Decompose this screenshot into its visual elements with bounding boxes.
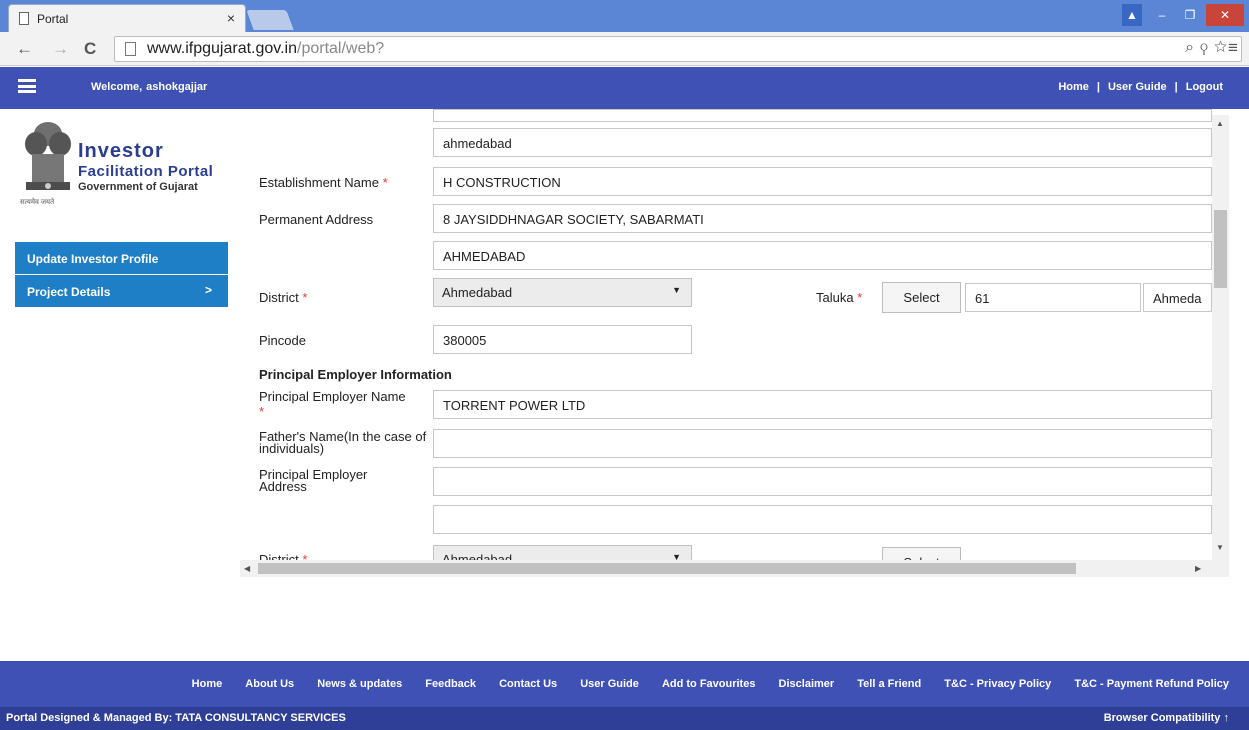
user-guide-link[interactable]: User Guide xyxy=(1108,81,1167,93)
establishment-label: Establishment Name * xyxy=(259,175,388,190)
zoom-key-star-icons[interactable]: ⌕⚲☆ xyxy=(1185,39,1233,57)
partial-input[interactable] xyxy=(433,109,1212,122)
page-icon xyxy=(19,12,29,25)
footer-link-user-guide[interactable]: User Guide xyxy=(580,678,639,690)
footer-link-feedback[interactable]: Feedback xyxy=(425,678,476,690)
city-input[interactable]: ahmedabad xyxy=(433,128,1212,157)
close-tab-icon[interactable]: × xyxy=(227,10,235,26)
site-header: Welcome, ashokgajjar Home | User Guide | Logo… xyxy=(0,67,1249,109)
browser-tab[interactable]: Portal × xyxy=(8,4,246,32)
footer-link-tell-friend[interactable]: Tell a Friend xyxy=(857,678,921,690)
footer-link-contact[interactable]: Contact Us xyxy=(499,678,557,690)
footer-link-news[interactable]: News & updates xyxy=(317,678,402,690)
footer-links-bar: Home About Us News & updates Feedback Co… xyxy=(0,661,1249,707)
page-icon xyxy=(125,42,136,56)
back-icon[interactable]: ← xyxy=(16,39,33,59)
browser-titlebar: Portal × ▲ – ❐ ✕ xyxy=(0,0,1249,32)
minimize-icon[interactable]: – xyxy=(1150,4,1174,26)
browser-toolbar: ← → C www.ifpgujarat.gov.in/portal/web? … xyxy=(0,32,1249,66)
section-title: Principal Employer Information xyxy=(259,367,452,382)
footer-link-about[interactable]: About Us xyxy=(245,678,294,690)
taluka-name-input[interactable]: Ahmeda xyxy=(1143,283,1212,312)
footer-credit-bar: Portal Designed & Managed By: TATA CONSU… xyxy=(0,707,1249,730)
horizontal-scroll-thumb[interactable] xyxy=(258,563,1076,574)
new-tab-button[interactable] xyxy=(246,10,294,30)
close-window-icon[interactable]: ✕ xyxy=(1206,4,1244,26)
pincode-label: Pincode xyxy=(259,333,306,348)
scroll-down-icon[interactable]: ▼ xyxy=(1216,543,1224,552)
father-name-input[interactable] xyxy=(433,429,1212,458)
taluka-label: Taluka * xyxy=(816,290,863,305)
pe-name-label: Principal Employer Name * xyxy=(259,389,406,419)
reload-icon[interactable]: C xyxy=(84,39,96,59)
footer-link-refund[interactable]: T&C - Payment Refund Policy xyxy=(1074,678,1229,690)
browser-compat-link[interactable]: Browser Compatibility ↑ xyxy=(1104,712,1229,724)
footer-link-home[interactable]: Home xyxy=(192,678,223,690)
scroll-left-icon[interactable]: ◀ xyxy=(244,564,250,573)
forward-icon[interactable]: → xyxy=(52,39,69,59)
district-select[interactable]: Ahmedabad ▼ xyxy=(433,278,692,307)
taluka-code-input[interactable]: 61 xyxy=(965,283,1141,312)
footer-link-privacy[interactable]: T&C - Privacy Policy xyxy=(944,678,1051,690)
scroll-up-icon[interactable]: ▲ xyxy=(1216,119,1224,128)
taluka2-select-button[interactable]: Select xyxy=(882,547,961,560)
pe-address-label: Principal Employer Address xyxy=(259,467,368,494)
footer-links: Home About Us News & updates Feedback Co… xyxy=(172,678,1229,690)
user-icon[interactable]: ▲ xyxy=(1122,4,1142,26)
district2-label: District * xyxy=(259,552,308,560)
vertical-scrollbar[interactable]: ▲ ▼ xyxy=(1212,115,1229,560)
district2-select[interactable]: Ahmedabad ▼ xyxy=(433,545,692,560)
home-link[interactable]: Home xyxy=(1058,81,1089,93)
permanent-address-label: Permanent Address xyxy=(259,212,374,227)
tab-title: Portal xyxy=(37,12,69,26)
footer-credit: Portal Designed & Managed By: TATA CONSU… xyxy=(6,712,346,724)
menu-icon[interactable]: ≡ xyxy=(1228,38,1238,58)
hamburger-icon[interactable] xyxy=(18,79,36,93)
welcome-text: Welcome, ashokgajjar xyxy=(91,81,208,93)
district-label: District * xyxy=(259,290,308,305)
arrow-up-icon[interactable]: ↑ xyxy=(1224,712,1230,724)
pincode-input[interactable]: 380005 xyxy=(433,325,692,354)
logout-link[interactable]: Logout xyxy=(1186,81,1223,93)
footer-link-favourites[interactable]: Add to Favourites xyxy=(662,678,756,690)
vertical-scroll-thumb[interactable] xyxy=(1214,210,1227,288)
address-line2-input[interactable]: AHMEDABAD xyxy=(433,241,1212,270)
establishment-input[interactable]: H CONSTRUCTION xyxy=(433,167,1212,196)
footer-link-disclaimer[interactable]: Disclaimer xyxy=(779,678,835,690)
pe-address1-input[interactable] xyxy=(433,467,1212,496)
horizontal-scrollbar[interactable]: ◀ ▶ xyxy=(240,560,1229,577)
dropdown-arrow-icon: ▼ xyxy=(672,552,681,560)
top-links: Home | User Guide | Logout xyxy=(1058,81,1223,93)
pe-name-input[interactable]: TORRENT POWER LTD xyxy=(433,390,1212,419)
dropdown-arrow-icon: ▼ xyxy=(672,285,681,295)
taluka-select-button[interactable]: Select xyxy=(882,282,961,313)
address-bar[interactable]: www.ifpgujarat.gov.in/portal/web? ⌕⚲☆ xyxy=(114,36,1242,62)
form-scroll-area: ahmedabad Establishment Name * H CONSTRU… xyxy=(0,109,1212,560)
address-line1-input[interactable]: 8 JAYSIDDHNAGAR SOCIETY, SABARMATI xyxy=(433,204,1212,233)
scroll-right-icon[interactable]: ▶ xyxy=(1195,564,1201,573)
father-name-label: Father's Name(In the case of individuals… xyxy=(259,429,427,456)
pe-address2-input[interactable] xyxy=(433,505,1212,534)
username: ashokgajjar xyxy=(146,81,208,93)
restore-icon[interactable]: ❐ xyxy=(1178,4,1202,26)
url-text: www.ifpgujarat.gov.in/portal/web? xyxy=(147,40,385,57)
